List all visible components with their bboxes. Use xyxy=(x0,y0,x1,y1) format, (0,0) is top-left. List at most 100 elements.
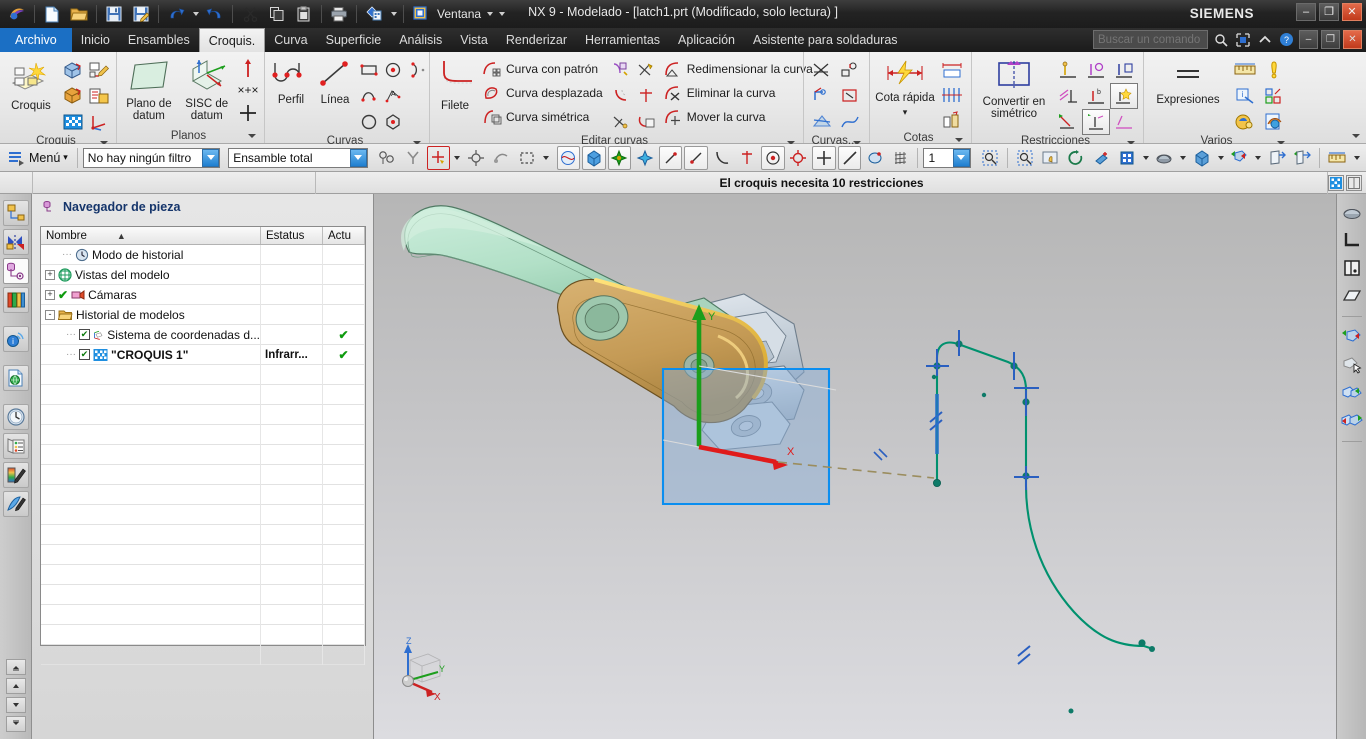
project-curve-icon[interactable] xyxy=(836,83,864,109)
select-general-icon[interactable] xyxy=(376,146,400,170)
geometric-constraint-icon[interactable] xyxy=(1054,57,1082,83)
layer-dropdown-icon[interactable] xyxy=(388,2,399,26)
point-icon[interactable] xyxy=(237,101,260,125)
undo-dropdown-icon[interactable] xyxy=(190,2,201,26)
window-menu-dropdown-icon[interactable] xyxy=(484,2,495,26)
point-set-icon[interactable]: ×+× xyxy=(237,79,260,101)
datum-axis-icon[interactable] xyxy=(237,57,260,79)
arc-icon[interactable] xyxy=(405,57,429,83)
preferences-icon[interactable] xyxy=(1230,109,1259,135)
system-materials-icon[interactable] xyxy=(2,433,29,459)
fit-curve-icon[interactable] xyxy=(836,109,864,135)
row-checkbox[interactable] xyxy=(79,349,90,360)
table-row-empty[interactable] xyxy=(41,624,365,645)
snap-all-icon[interactable] xyxy=(556,145,581,170)
table-row-empty[interactable] xyxy=(41,444,365,465)
zoom-in-icon[interactable] xyxy=(1090,146,1114,170)
perimeter-dimension-icon[interactable] xyxy=(938,107,966,132)
table-row[interactable]: + ✔ Cámaras xyxy=(41,284,365,305)
hide-icon[interactable] xyxy=(1340,353,1364,377)
table-row-empty[interactable] xyxy=(41,504,365,525)
window-split-icon[interactable] xyxy=(1346,174,1362,191)
render-style-icon[interactable] xyxy=(1340,200,1364,224)
section-icon[interactable] xyxy=(1340,256,1364,280)
selection-scope-arrow-icon[interactable] xyxy=(349,148,367,167)
selection-scope-combo[interactable]: Ensamble total xyxy=(228,147,368,168)
convertir-en-simetrico-button[interactable]: Convertir en simétrico xyxy=(976,57,1052,120)
sketch-orient-icon[interactable] xyxy=(86,109,112,135)
snap-existing-point-icon[interactable] xyxy=(736,146,760,170)
arc-3point-icon[interactable] xyxy=(357,83,381,109)
redimensionar-la-curva-button[interactable]: Redimensionar la curva xyxy=(663,57,813,81)
quick-trim-icon[interactable] xyxy=(808,57,836,83)
undo-icon[interactable] xyxy=(163,2,189,26)
alternate-solution-icon[interactable]: b xyxy=(1082,83,1110,109)
view-style-icon[interactable] xyxy=(1115,146,1139,170)
view-style-dropdown-icon[interactable] xyxy=(1141,146,1151,170)
rotate-icon[interactable] xyxy=(1064,146,1088,170)
perpendicular-icon[interactable] xyxy=(1054,83,1082,109)
datum-plane[interactable] xyxy=(661,367,831,506)
sketch-section-icon[interactable] xyxy=(86,83,112,109)
render-style-icon[interactable] xyxy=(1153,146,1177,170)
tab-archivo[interactable]: Archivo xyxy=(0,28,72,52)
orient-view-icon[interactable] xyxy=(1190,146,1214,170)
select-rectangle-icon[interactable] xyxy=(515,146,539,170)
continuous-auto-dim-icon[interactable] xyxy=(1110,109,1138,135)
sketch-curve[interactable] xyxy=(931,340,1155,714)
layer-visible-dropdown-icon[interactable] xyxy=(1253,146,1263,170)
auto-constraint-icon[interactable] xyxy=(1082,57,1110,83)
tab-superficie[interactable]: Superficie xyxy=(317,28,391,52)
snap-point-on-face-icon[interactable] xyxy=(787,146,811,170)
zoom-icon[interactable] xyxy=(1013,146,1037,170)
plano-de-datum-button[interactable]: Plano de datum xyxy=(121,57,177,122)
circle-center-icon[interactable] xyxy=(381,57,405,83)
quick-extend-icon[interactable] xyxy=(836,57,864,83)
tab-inicio[interactable]: Inicio xyxy=(72,28,119,52)
curva-con-patron-button[interactable]: Curva con patrón xyxy=(482,57,603,81)
expand-icon[interactable]: + xyxy=(45,289,55,300)
window-menu-icon[interactable] xyxy=(408,2,434,26)
reuse-library-icon[interactable] xyxy=(2,287,29,313)
nx-logo-icon[interactable] xyxy=(4,2,30,26)
toolbar-overflow-icon[interactable] xyxy=(1352,146,1362,170)
linear-dimension-icon[interactable] xyxy=(938,57,966,82)
cota-rapida-dropdown-icon[interactable]: ▾ xyxy=(903,106,908,118)
chamfer-icon[interactable] xyxy=(808,83,836,109)
menu-dropdown-icon[interactable]: ▾ xyxy=(63,152,68,163)
offset-region-icon[interactable] xyxy=(634,109,659,135)
sketch-edit-icon[interactable] xyxy=(86,57,112,83)
nav-first-button[interactable] xyxy=(5,659,26,675)
grid-snap-icon[interactable] xyxy=(1259,83,1288,109)
constraint-navigator-icon[interactable] xyxy=(2,229,29,255)
sisc-de-datum-button[interactable]: SISC de datum xyxy=(179,57,235,122)
move-to-layer-icon[interactable] xyxy=(1265,146,1289,170)
tab-croquis[interactable]: Croquis. xyxy=(198,28,266,52)
table-row-empty[interactable] xyxy=(41,404,365,425)
croquis-button[interactable]: Croquis xyxy=(4,57,58,112)
invert-shown-icon[interactable] xyxy=(1340,409,1364,433)
expresiones-button[interactable]: Expresiones xyxy=(1148,57,1228,106)
tab-ensambles[interactable]: Ensambles xyxy=(119,28,199,52)
layer-arrow-icon[interactable] xyxy=(952,148,970,167)
system-scene-icon[interactable] xyxy=(2,462,29,488)
filete-button[interactable]: Filete xyxy=(434,57,476,112)
minimize-button[interactable]: – xyxy=(1296,3,1316,21)
doc-minimize-button[interactable]: – xyxy=(1299,30,1318,49)
layer-combo[interactable]: 1 xyxy=(923,147,971,168)
select-face-icon[interactable] xyxy=(464,146,488,170)
polygon-icon[interactable] xyxy=(381,109,405,135)
ribbon-overflow-dropdown-icon[interactable] xyxy=(1334,128,1364,143)
table-row-empty[interactable] xyxy=(41,384,365,405)
table-row[interactable]: ··· "CROQUIS 1" Infrarr... ✔ xyxy=(41,344,365,365)
mover-la-curva-button[interactable]: Mover la curva xyxy=(663,105,813,129)
select-rectangle-dropdown-icon[interactable] xyxy=(541,146,551,170)
snap-quadrant-icon[interactable] xyxy=(710,146,734,170)
conic-icon[interactable]: A xyxy=(381,83,405,109)
snap-arc-center-icon[interactable] xyxy=(684,145,708,170)
extend-icon[interactable] xyxy=(634,83,659,109)
sketch-status-icon[interactable] xyxy=(1328,174,1344,191)
snap-intersection-icon[interactable] xyxy=(658,145,683,170)
info-icon[interactable]: i xyxy=(1230,83,1259,109)
measure-icon[interactable] xyxy=(1230,57,1259,83)
